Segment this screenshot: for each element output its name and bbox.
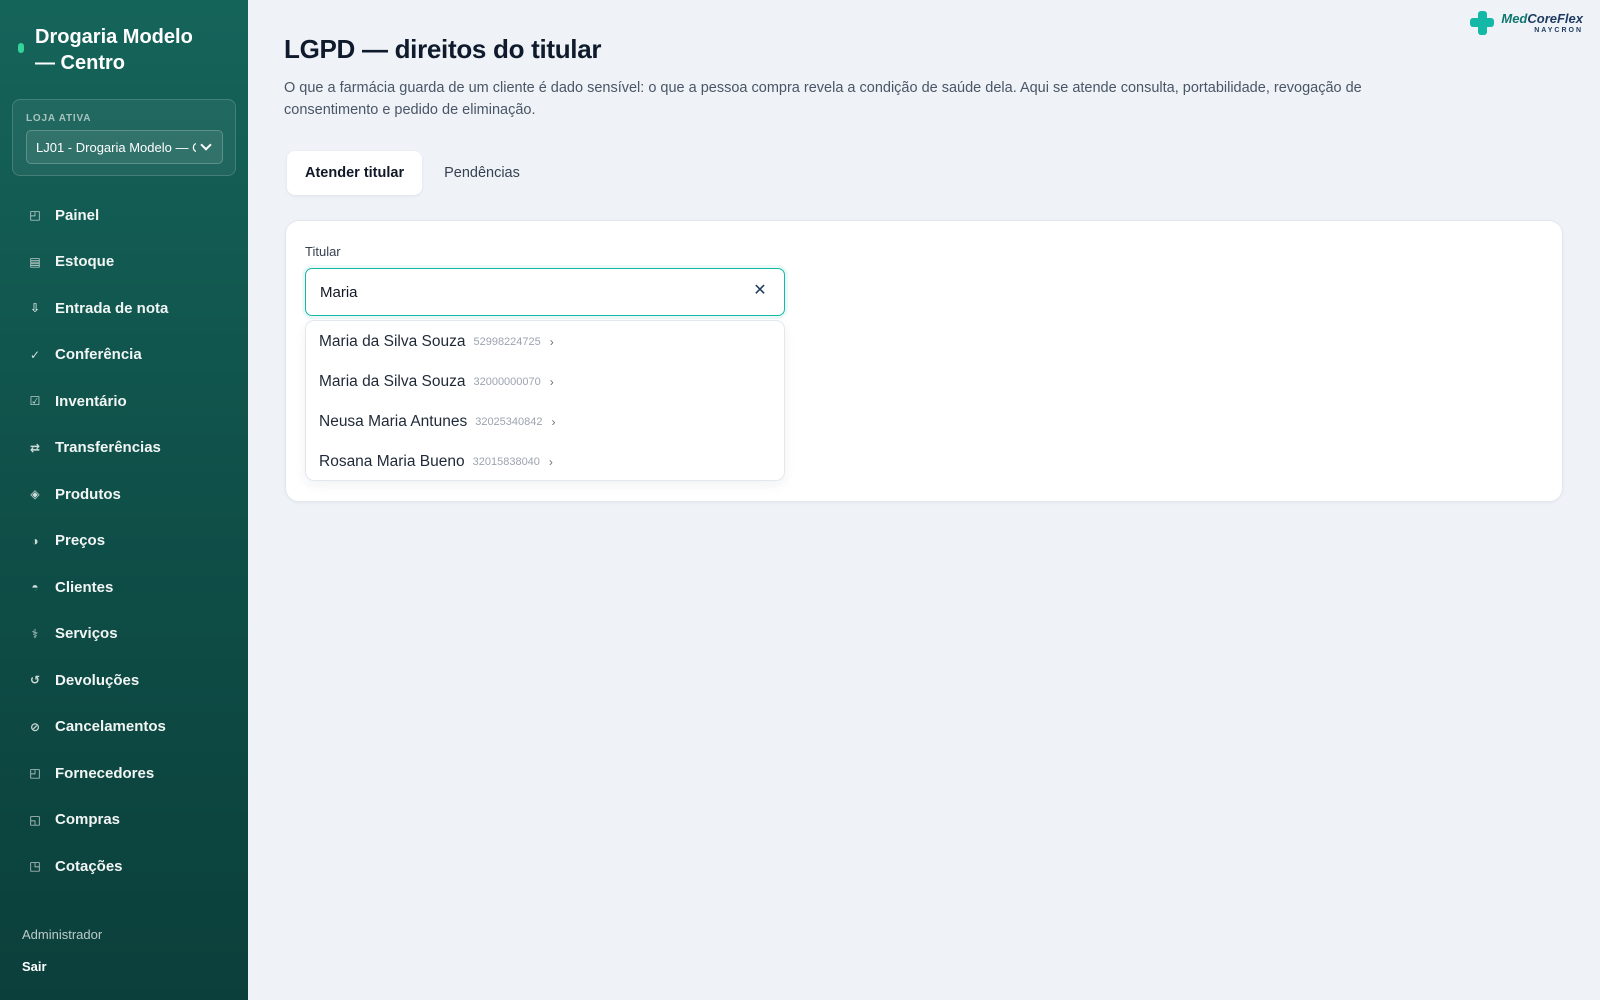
chevron-right-icon: › [551,415,556,429]
sidebar-item-cotacoes[interactable]: ◳ Cotações [0,843,248,890]
titular-search-input[interactable]: Maria ✕ [305,268,785,316]
sidebar-item-devolucoes[interactable]: ↺ Devoluções [0,657,248,704]
logo-name: MedCoreFlex [1501,10,1583,26]
sidebar-item-label: Compras [55,811,121,829]
sidebar-item-conferencia[interactable]: ✓ Conferência [0,332,248,379]
sidebar-item-label: Entrada de nota [55,299,169,317]
products-icon: ◈ [30,487,40,502]
store-select[interactable]: LJ01 - Drogaria Modelo — Centro [26,130,223,164]
sidebar-item-label: Devoluções [55,671,140,689]
sidebar-item-servicos[interactable]: ⚕ Serviços [0,611,248,658]
sidebar-item-label: Estoque [55,253,115,271]
sidebar-item-label: Serviços [55,625,118,643]
sidebar-item-estoque[interactable]: ▤ Estoque [0,239,248,286]
result-document-id: 32015838040 [472,456,540,468]
logout-link[interactable]: Sair [22,959,47,974]
result-name: Maria da Silva Souza [319,333,466,350]
sidebar-item-fornecedores[interactable]: ◰ Fornecedores [0,750,248,797]
search-result-item[interactable]: Neusa Maria Antunes 32025340842 › [306,402,784,442]
quotes-icon: ◳ [29,859,41,874]
chevron-right-icon: › [549,335,554,349]
sidebar-nav: ◰ Painel ▤ Estoque ⇩ Entrada de nota ✓ Conferên… [0,192,248,890]
sidebar-item-precos[interactable]: ◑ Preços [0,518,248,565]
result-name: Neusa Maria Antunes [319,413,468,430]
invoice-entry-icon: ⇩ [29,301,41,316]
sidebar-item-clientes[interactable]: ◓ Clientes [0,564,248,611]
result-name: Rosana Maria Bueno [319,453,465,470]
check-icon: ✓ [29,347,41,362]
sidebar-item-produtos[interactable]: ◈ Produtos [0,471,248,518]
titular-card: Titular Maria ✕ Maria da Silva Souza 5299… [285,220,1563,502]
sidebar-item-painel[interactable]: ◰ Painel [0,192,248,239]
search-result-item[interactable]: Maria da Silva Souza 32000000070 › [306,362,784,402]
search-input-value: Maria [320,283,358,301]
sidebar-item-label: Inventário [55,392,127,410]
sidebar-item-label: Produtos [55,485,121,503]
sidebar-item-label: Fornecedores [55,764,155,782]
sidebar-item-cancelamentos[interactable]: ⊘ Cancelamentos [0,704,248,751]
store-caption: LOJA ATIVA [26,113,92,124]
brand: Drogaria Modelo — Centro [18,24,238,76]
main-content: MedCoreFlex NAYCRON LGPD — direitos do t… [248,0,1600,1000]
titular-label: Titular [305,244,341,259]
brand-name: Drogaria Modelo — Centro [35,26,193,74]
sidebar-item-label: Cotações [55,857,123,875]
sidebar-item-label: Painel [55,206,100,224]
result-document-id: 52998224725 [473,336,541,348]
search-results-dropdown: Maria da Silva Souza 52998224725 › Maria da… [305,320,785,481]
status-dot-icon [18,43,24,53]
dashboard-icon: ◰ [29,208,41,223]
sidebar: Drogaria Modelo — Centro LOJA ATIVA LJ01… [0,0,248,1000]
sidebar-item-compras[interactable]: ◱ Compras [0,797,248,844]
suppliers-icon: ◰ [29,766,41,781]
store-select-value: LJ01 - Drogaria Modelo — Centro [36,139,196,155]
page-description: O que a farmácia guarda de um cliente é … [284,80,1362,118]
purchases-icon: ◱ [29,812,41,827]
store-selector-box: LOJA ATIVA LJ01 - Drogaria Modelo — Cent… [12,99,236,176]
app-logo: MedCoreFlex NAYCRON [1469,10,1583,36]
tab-atender-titular[interactable]: Atender titular [287,151,423,195]
sidebar-item-label: Preços [55,532,106,550]
tab-bar: Atender titular Pendências [287,151,542,195]
sidebar-item-entrada-de-nota[interactable]: ⇩ Entrada de nota [0,285,248,332]
stock-icon: ▤ [29,254,41,269]
prices-icon: ◑ [31,533,39,548]
logo-sub: NAYCRON [1534,26,1583,34]
returns-icon: ↺ [29,673,41,688]
search-result-item[interactable]: Rosana Maria Bueno 32015838040 › [306,442,784,482]
sidebar-item-inventario[interactable]: ☑ Inventário [0,378,248,425]
tab-pendencias[interactable]: Pendências [426,151,538,195]
sidebar-item-transferencias[interactable]: ⇄ Transferências [0,425,248,472]
chevron-right-icon: › [549,375,554,389]
page-title: LGPD — direitos do titular [284,34,602,64]
chevron-down-icon [200,139,212,151]
clear-icon[interactable]: ✕ [750,281,770,301]
sidebar-item-label: Cancelamentos [55,718,166,736]
services-icon: ⚕ [31,626,39,641]
chevron-right-icon: › [548,455,553,469]
cancel-icon: ⊘ [29,719,41,734]
clients-icon: ◓ [31,580,39,595]
result-document-id: 32025340842 [475,416,543,428]
medical-cross-icon [1469,10,1495,36]
sidebar-item-label: Conferência [55,346,142,364]
inventory-icon: ☑ [29,394,41,409]
result-document-id: 32000000070 [473,376,541,388]
result-name: Maria da Silva Souza [319,373,466,390]
user-role: Administrador [22,927,103,942]
sidebar-item-label: Clientes [55,578,114,596]
transfer-icon: ⇄ [29,440,41,455]
search-result-item[interactable]: Maria da Silva Souza 52998224725 › [306,322,784,362]
sidebar-item-label: Transferências [55,439,161,457]
